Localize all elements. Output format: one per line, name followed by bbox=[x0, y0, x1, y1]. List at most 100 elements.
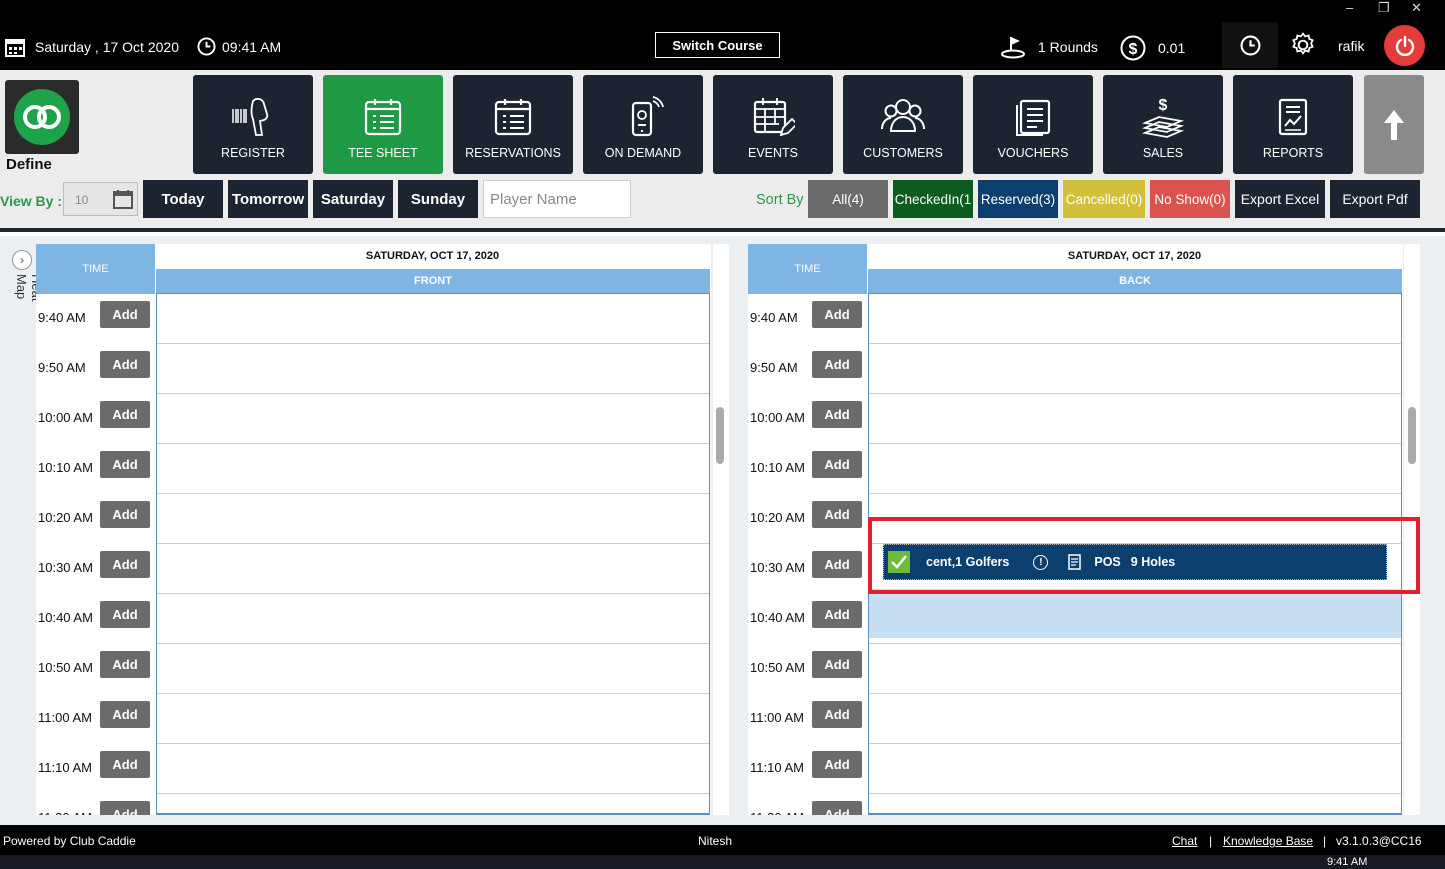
slot-row[interactable] bbox=[869, 644, 1401, 694]
barcode-scanner-icon bbox=[232, 97, 269, 136]
slot-row[interactable] bbox=[869, 444, 1401, 494]
nav-events[interactable]: EVENTS bbox=[713, 75, 833, 174]
calendar-icon bbox=[5, 39, 25, 57]
add-button[interactable]: Add bbox=[100, 551, 150, 578]
add-button[interactable]: Add bbox=[100, 701, 150, 728]
slot-grid bbox=[156, 294, 710, 815]
slot-row[interactable] bbox=[157, 644, 709, 694]
filter-reserved-button[interactable]: Reserved(3) bbox=[978, 180, 1058, 218]
clock-button[interactable] bbox=[1222, 22, 1278, 68]
cash-icon: $ bbox=[1141, 97, 1185, 138]
filter-all-button[interactable]: All(4) bbox=[808, 180, 888, 218]
scroll-thumb[interactable] bbox=[716, 407, 724, 464]
add-button[interactable]: Add bbox=[812, 551, 862, 578]
golf-flag-icon bbox=[1001, 37, 1025, 59]
phone-icon bbox=[631, 96, 664, 137]
filter-noshow-button[interactable]: No Show(0) bbox=[1150, 180, 1230, 218]
collapse-toolbar-button[interactable] bbox=[1364, 75, 1424, 174]
time-row: 10:40 AM Add bbox=[748, 594, 867, 644]
define-logo-button[interactable] bbox=[5, 80, 79, 154]
tomorrow-button[interactable]: Tomorrow bbox=[228, 180, 308, 218]
slot-row[interactable] bbox=[157, 544, 709, 594]
export-excel-button[interactable]: Export Excel bbox=[1235, 180, 1325, 218]
add-button[interactable]: Add bbox=[812, 501, 862, 528]
date-header: SATURDAY, OCT 17, 2020 bbox=[156, 244, 709, 268]
add-button[interactable]: Add bbox=[100, 451, 150, 478]
slot-row[interactable] bbox=[157, 444, 709, 494]
time-label: 10:30 AM bbox=[38, 560, 93, 575]
window-minimize-button[interactable]: – bbox=[1346, 0, 1353, 16]
add-button[interactable]: Add bbox=[812, 651, 862, 678]
add-button[interactable]: Add bbox=[812, 301, 862, 328]
filter-cancelled-button[interactable]: Cancelled(0) bbox=[1063, 180, 1145, 218]
time-label: 10:30 AM bbox=[750, 560, 805, 575]
chat-link[interactable]: Chat bbox=[1172, 834, 1197, 848]
add-button[interactable]: Add bbox=[812, 351, 862, 378]
switch-course-button[interactable]: Switch Course bbox=[655, 32, 780, 58]
add-button[interactable]: Add bbox=[100, 301, 150, 328]
slot-row[interactable] bbox=[157, 744, 709, 794]
left-scrollbar[interactable] bbox=[713, 244, 729, 815]
slot-row[interactable] bbox=[157, 494, 709, 544]
slot-row[interactable] bbox=[869, 394, 1401, 444]
add-button[interactable]: Add bbox=[812, 451, 862, 478]
slot-row[interactable] bbox=[157, 394, 709, 444]
time-row: 9:40 AM Add bbox=[36, 294, 155, 344]
slot-row[interactable] bbox=[869, 694, 1401, 744]
footer: Powered by Club Caddie Nitesh Chat | Kno… bbox=[0, 825, 1445, 855]
add-button[interactable]: Add bbox=[100, 651, 150, 678]
time-row: 11:20 AMAdd bbox=[748, 794, 867, 815]
slot-row[interactable] bbox=[157, 694, 709, 744]
nav-on-demand[interactable]: ON DEMAND bbox=[583, 75, 703, 174]
add-button[interactable]: Add bbox=[812, 401, 862, 428]
sunday-button[interactable]: Sunday bbox=[398, 180, 478, 218]
add-button[interactable]: Add bbox=[812, 751, 862, 778]
add-button[interactable]: Add bbox=[812, 601, 862, 628]
user-name[interactable]: rafik bbox=[1338, 37, 1364, 55]
chevron-right-icon[interactable]: › bbox=[12, 250, 32, 270]
heat-map-toggle[interactable]: › Heat Map bbox=[10, 250, 44, 330]
selected-slot-row[interactable] bbox=[869, 589, 1401, 638]
nav-sales[interactable]: $ SALES bbox=[1103, 75, 1223, 174]
nav-vouchers[interactable]: VOUCHERS bbox=[973, 75, 1093, 174]
scroll-thumb[interactable] bbox=[1408, 407, 1416, 464]
export-pdf-button[interactable]: Export Pdf bbox=[1330, 180, 1420, 218]
course-header-front: FRONT bbox=[156, 269, 710, 294]
add-button[interactable]: Add bbox=[100, 351, 150, 378]
window-close-button[interactable]: ✕ bbox=[1411, 0, 1422, 16]
slot-row[interactable] bbox=[157, 344, 709, 394]
add-button[interactable]: Add bbox=[100, 751, 150, 778]
add-button[interactable]: Add bbox=[812, 801, 862, 815]
time-column: 9:40 AM Add 9:50 AM Add 10:00 AM Add 10:10 AM A… bbox=[748, 294, 867, 815]
settings-button[interactable] bbox=[1290, 32, 1316, 63]
slot-row[interactable] bbox=[157, 294, 709, 344]
saturday-button[interactable]: Saturday bbox=[313, 180, 393, 218]
nav-reports[interactable]: REPORTS bbox=[1233, 75, 1353, 174]
knowledge-base-link[interactable]: Knowledge Base bbox=[1223, 834, 1313, 848]
nav-customers[interactable]: CUSTOMERS bbox=[843, 75, 963, 174]
time-label: 9:50 AM bbox=[38, 360, 86, 375]
add-button[interactable]: Add bbox=[812, 701, 862, 728]
slot-row[interactable] bbox=[869, 344, 1401, 394]
calendar-icon[interactable] bbox=[113, 189, 133, 209]
add-button[interactable]: Add bbox=[100, 501, 150, 528]
player-name-input[interactable]: Player Name bbox=[483, 180, 631, 218]
nav-register[interactable]: REGISTER bbox=[193, 75, 313, 174]
add-button[interactable]: Add bbox=[100, 801, 150, 815]
slot-row[interactable] bbox=[869, 794, 1401, 815]
slot-row[interactable] bbox=[157, 794, 709, 815]
slot-row[interactable] bbox=[157, 594, 709, 644]
nav-reservations[interactable]: RESERVATIONS bbox=[453, 75, 573, 174]
today-button[interactable]: Today bbox=[143, 180, 223, 218]
slot-row[interactable] bbox=[869, 744, 1401, 794]
time-label: 9:40 AM bbox=[38, 310, 86, 325]
time-label: 10:50 AM bbox=[38, 660, 93, 675]
logout-button[interactable] bbox=[1384, 25, 1425, 66]
time-row: 10:50 AM Add bbox=[36, 644, 155, 694]
window-restore-button[interactable]: ❐ bbox=[1378, 0, 1390, 16]
add-button[interactable]: Add bbox=[100, 401, 150, 428]
nav-tee-sheet[interactable]: TEE SHEET bbox=[323, 75, 443, 174]
filter-checkedin-button[interactable]: CheckedIn(1 bbox=[893, 180, 973, 218]
add-button[interactable]: Add bbox=[100, 601, 150, 628]
slot-row[interactable] bbox=[869, 294, 1401, 344]
